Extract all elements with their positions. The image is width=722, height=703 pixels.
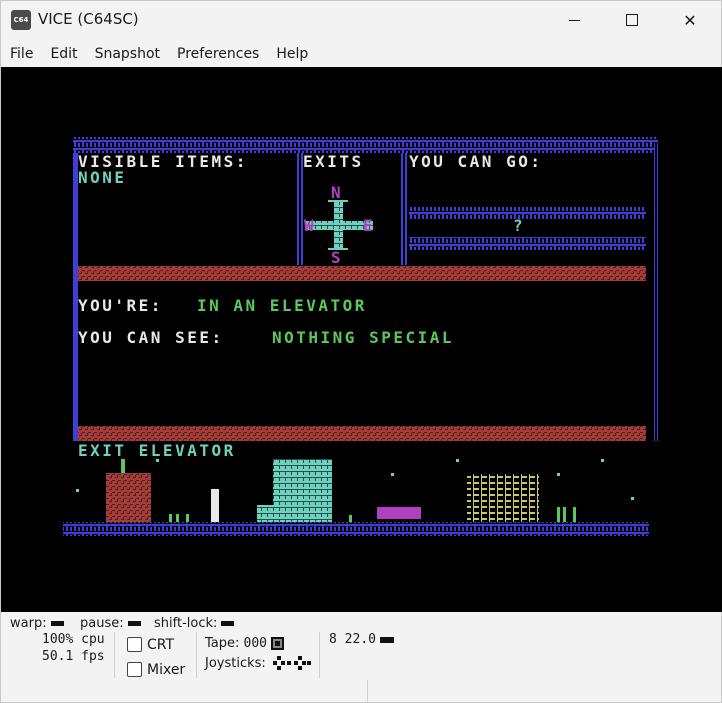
red-building xyxy=(106,473,151,522)
white-pillar xyxy=(211,489,219,522)
exits-right-divider xyxy=(401,153,409,265)
menu-bar: File Edit Snapshot Preferences Help xyxy=(1,41,316,67)
mixer-label: Mixer xyxy=(147,662,186,678)
right-wall xyxy=(654,143,658,441)
title-bar[interactable]: C64 VICE (C64SC) ✕ xyxy=(1,1,721,39)
menu-snapshot[interactable]: Snapshot xyxy=(86,41,168,67)
scenery xyxy=(76,459,634,522)
cyan-building xyxy=(273,459,332,522)
joysticks-label: Joysticks: xyxy=(205,656,266,671)
warp-indicator[interactable]: warp: xyxy=(10,616,64,631)
cpu-readout: 100% cpu xyxy=(42,632,105,647)
shift-lock-indicator[interactable]: shift-lock: xyxy=(154,616,235,631)
window-title: VICE (C64SC) xyxy=(38,10,139,28)
yellow-building xyxy=(467,474,539,522)
go-bar-2 xyxy=(409,237,646,250)
separator-4 xyxy=(367,680,368,702)
shift-lock-label: shift-lock: xyxy=(154,616,218,631)
go-bar-1 xyxy=(409,207,646,220)
tape-counter: 000 xyxy=(243,636,268,651)
separator-3 xyxy=(319,632,320,678)
warp-label: warp: xyxy=(10,616,47,631)
see-label: YOU CAN SEE: xyxy=(78,328,224,347)
location-label: YOU'RE: xyxy=(78,296,163,315)
warp-led xyxy=(50,621,64,626)
mixer-checkbox[interactable] xyxy=(127,662,142,677)
tape-label: Tape: xyxy=(205,636,240,651)
tape-status[interactable]: Tape: 000 xyxy=(205,636,285,651)
fps-readout: 50.1 fps xyxy=(42,649,105,664)
red-separator-bottom xyxy=(78,426,646,441)
separator-2 xyxy=(196,632,197,678)
compass-east: E xyxy=(363,216,375,235)
minimize-button[interactable] xyxy=(545,1,603,39)
pause-label: pause: xyxy=(80,616,124,631)
status-bar: warp: pause: shift-lock: 100% cpu 50.1 f… xyxy=(1,612,721,702)
vice-window: C64 VICE (C64SC) ✕ File Edit Snapshot Pr… xyxy=(0,0,722,703)
vice-app-icon: C64 xyxy=(11,10,31,30)
separator-1 xyxy=(114,632,115,678)
minimize-icon xyxy=(568,19,580,21)
emulator-screen[interactable]: VISIBLE ITEMS: NONE EXITS YOU CAN GO: N … xyxy=(1,67,722,612)
menu-preferences[interactable]: Preferences xyxy=(168,41,267,67)
joystick-icon xyxy=(273,656,311,670)
c64-display: VISIBLE ITEMS: NONE EXITS YOU CAN GO: N … xyxy=(63,137,658,536)
command-line: EXIT ELEVATOR xyxy=(78,441,236,460)
joysticks-status[interactable]: Joysticks: xyxy=(205,656,266,671)
maximize-icon xyxy=(626,14,638,26)
pause-led xyxy=(127,621,141,626)
red-separator-top xyxy=(78,266,646,281)
menu-help[interactable]: Help xyxy=(267,41,316,67)
close-button[interactable]: ✕ xyxy=(661,1,719,39)
menu-edit[interactable]: Edit xyxy=(41,41,85,67)
crt-label: CRT xyxy=(147,637,175,653)
maximize-button[interactable] xyxy=(603,1,661,39)
crt-checkbox[interactable] xyxy=(127,637,142,652)
menu-file[interactable]: File xyxy=(1,41,41,67)
purple-cart xyxy=(377,507,421,519)
tape-stop-icon xyxy=(271,637,285,650)
you-can-go-label: YOU CAN GO: xyxy=(409,152,542,171)
unknown-exit: ? xyxy=(513,216,525,235)
see-value: NOTHING SPECIAL xyxy=(272,328,454,347)
visible-items-value: NONE xyxy=(78,168,127,187)
compass-north: N xyxy=(331,183,343,202)
top-border xyxy=(73,137,658,153)
pause-indicator[interactable]: pause: xyxy=(80,616,141,631)
exits-label: EXITS xyxy=(303,152,364,171)
compass-south: S xyxy=(331,248,343,267)
drive-led xyxy=(379,636,394,643)
drive-track: 8 22.0 xyxy=(329,632,376,647)
ground-strip xyxy=(63,522,649,536)
compass-west: W xyxy=(304,216,316,235)
shift-lock-led xyxy=(221,621,235,626)
drive-status[interactable]: 8 22.0 xyxy=(329,632,394,647)
location-value: IN AN ELEVATOR xyxy=(197,296,367,315)
close-icon: ✕ xyxy=(683,10,697,30)
